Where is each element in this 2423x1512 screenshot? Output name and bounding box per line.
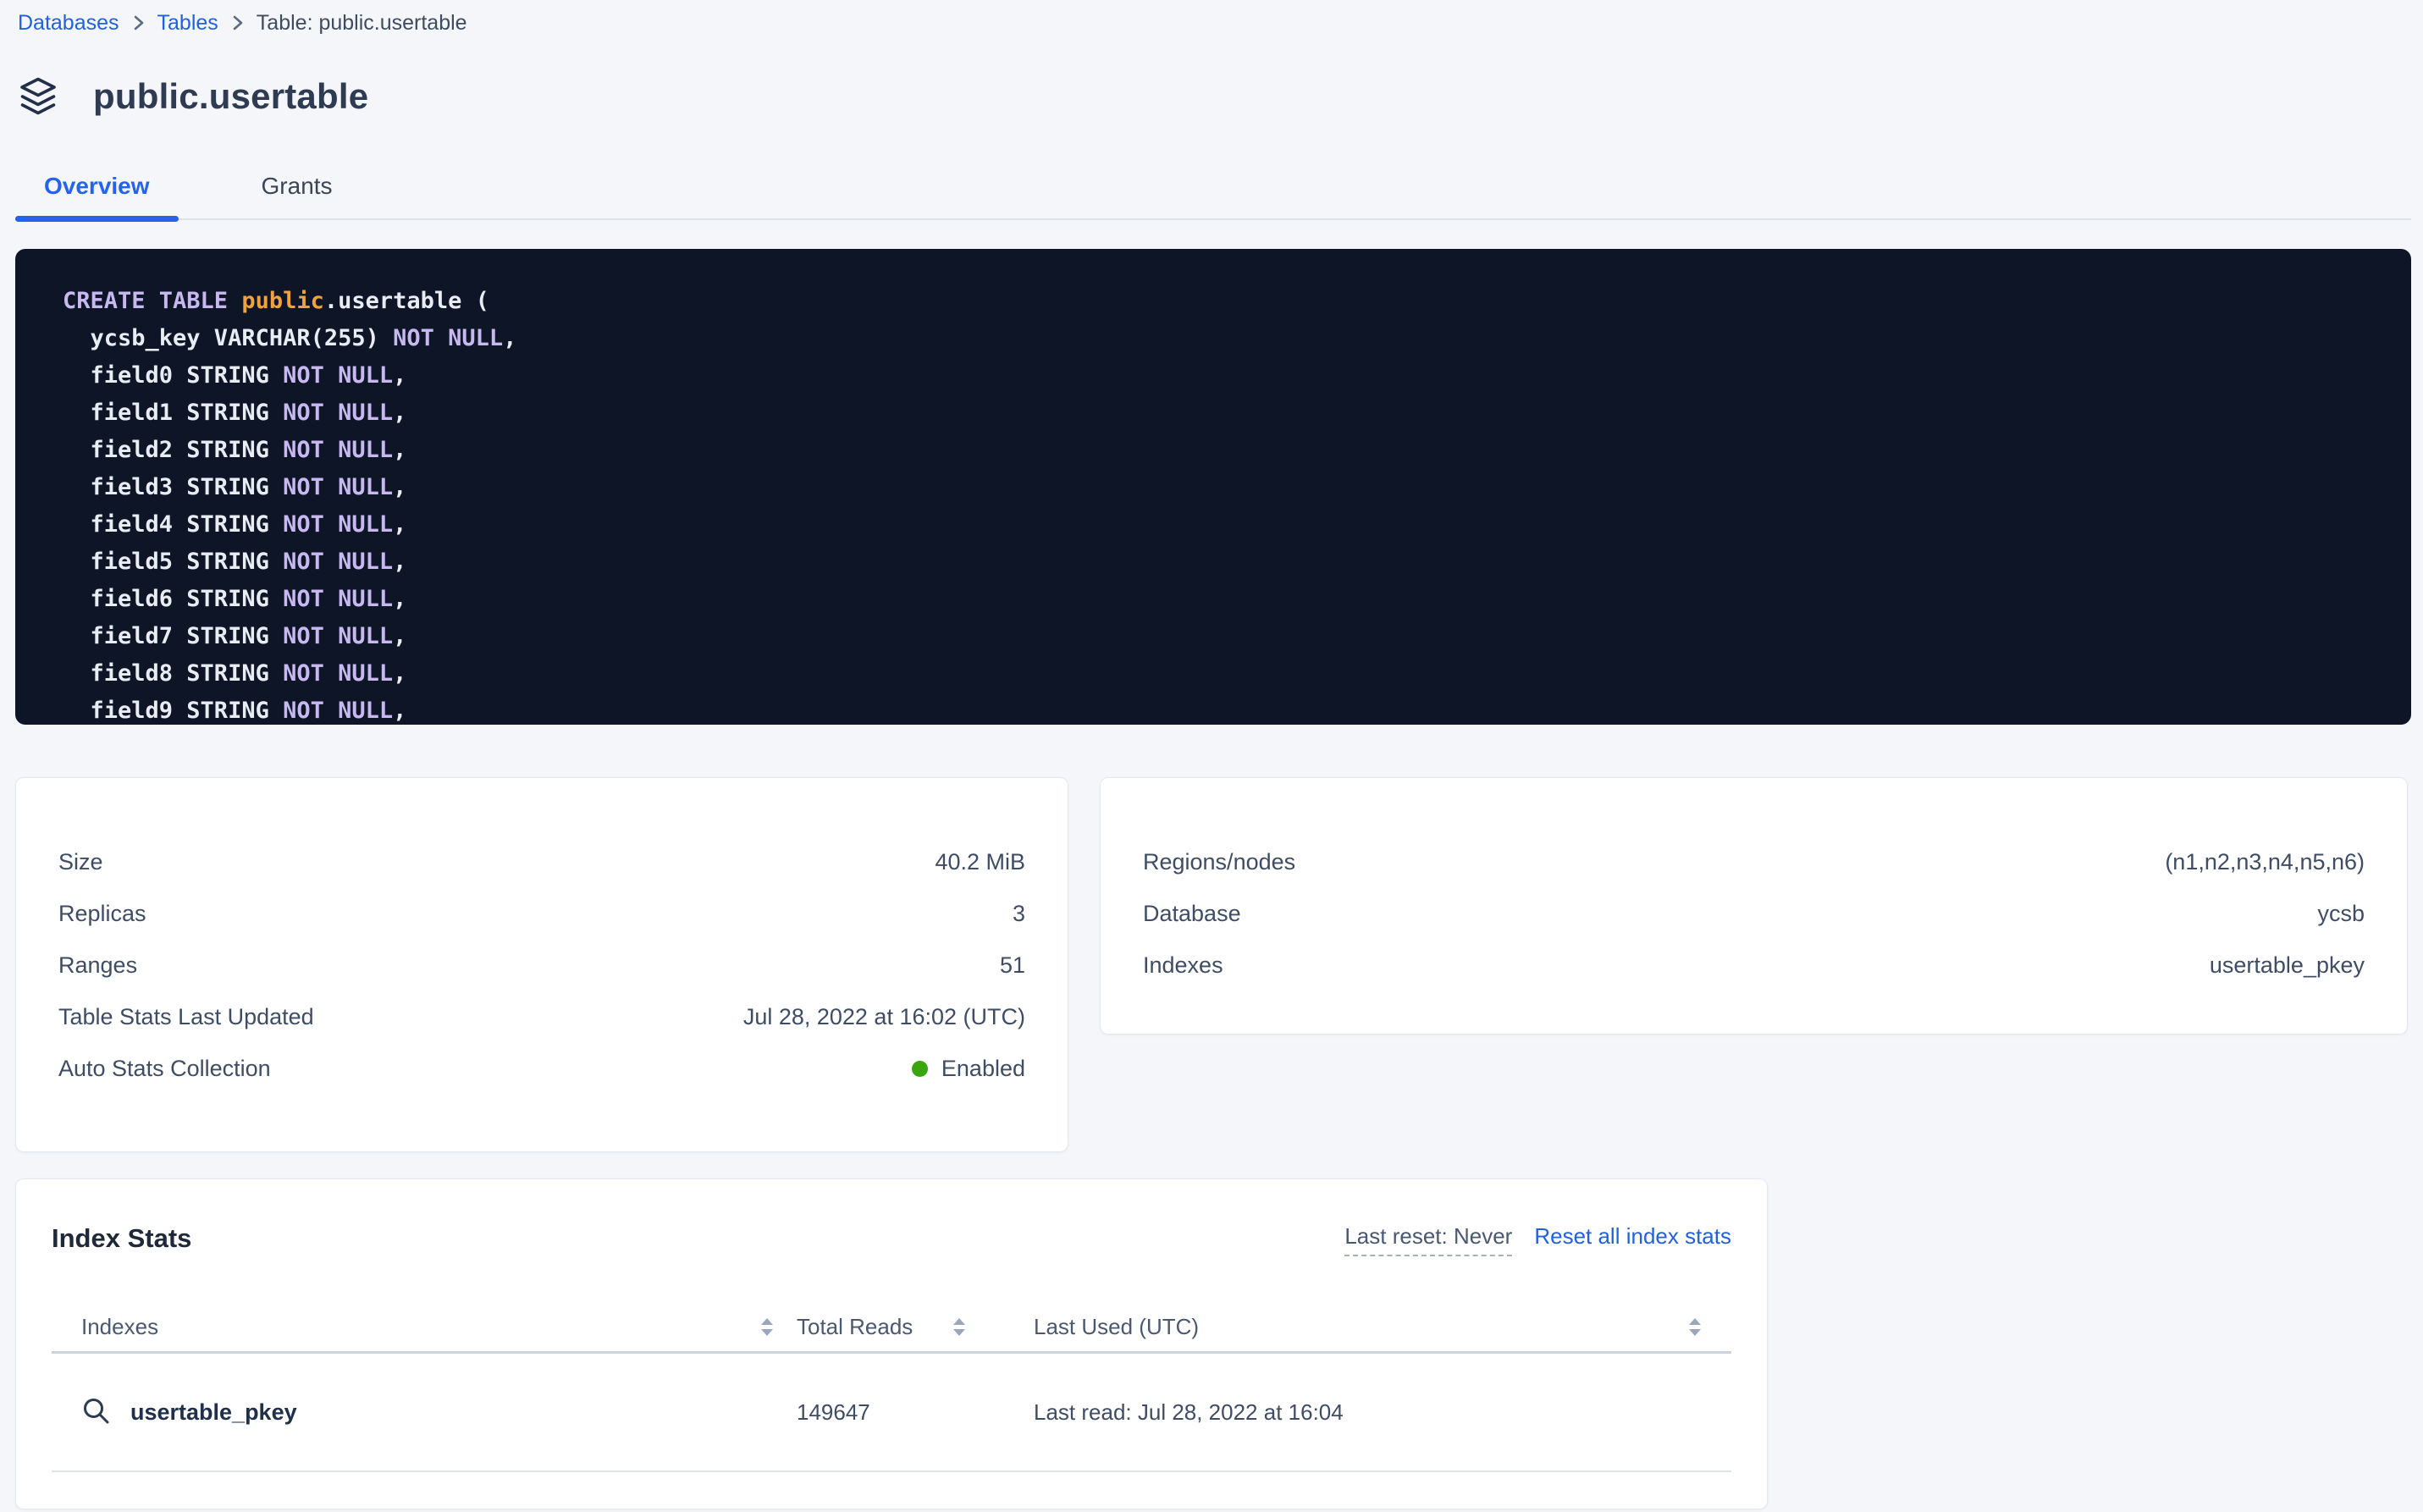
index-name-cell: usertable_pkey <box>52 1397 797 1427</box>
create-table-sql: CREATE TABLE public.usertable ( ycsb_key… <box>15 249 2411 725</box>
search-icon <box>81 1397 112 1427</box>
summary-cards-row: Size 40.2 MiB Replicas 3 Ranges 51 Table… <box>15 777 2411 1152</box>
sort-icon[interactable] <box>1689 1318 1701 1336</box>
tab-overview[interactable]: Overview <box>15 168 179 218</box>
sort-icon[interactable] <box>953 1318 965 1336</box>
sql-line: field9 STRING NOT NULL, <box>63 693 2364 725</box>
chevron-right-icon <box>132 14 145 32</box>
tab-grants[interactable]: Grants <box>233 168 362 218</box>
index-stats-title: Index Stats <box>52 1222 191 1255</box>
table-details-page: Databases Tables Table: public.usertable… <box>0 0 2423 1509</box>
sql-line: ycsb_key VARCHAR(255) NOT NULL, <box>63 320 2364 357</box>
stat-value: 51 <box>1000 952 1025 979</box>
stat-label: Table Stats Last Updated <box>58 1004 314 1030</box>
reset-area: Last reset: Never Reset all index stats <box>1344 1222 1731 1256</box>
table-row: usertable_pkey 149647 Last read: Jul 28,… <box>52 1354 1731 1472</box>
breadcrumb-link-databases[interactable]: Databases <box>18 11 119 36</box>
status-text: Enabled <box>941 1056 1025 1082</box>
sql-line: field6 STRING NOT NULL, <box>63 581 2364 618</box>
total-reads-cell: 149647 <box>797 1399 1034 1426</box>
stat-value: 40.2 MiB <box>935 849 1025 875</box>
table-details-card: Regions/nodes (n1,n2,n3,n4,n5,n6) Databa… <box>1100 777 2408 1035</box>
column-label: Last Used (UTC) <box>1034 1314 1199 1340</box>
detail-label: Indexes <box>1143 952 1223 979</box>
stat-row-size: Size 40.2 MiB <box>58 836 1025 888</box>
breadcrumb-current: Table: public.usertable <box>257 11 467 36</box>
tab-bar: Overview Grants <box>15 168 2411 220</box>
column-header-last-used[interactable]: Last Used (UTC) <box>1034 1314 1731 1340</box>
column-header-indexes[interactable]: Indexes <box>52 1314 797 1340</box>
detail-value: ycsb <box>2317 901 2365 927</box>
sql-line: field1 STRING NOT NULL, <box>63 395 2364 432</box>
chevron-right-icon <box>231 14 244 32</box>
last-reset-label[interactable]: Last reset: Never <box>1344 1222 1512 1256</box>
tab-label: Overview <box>44 173 150 199</box>
sql-line: field4 STRING NOT NULL, <box>63 506 2364 544</box>
layers-stack-icon <box>19 76 58 117</box>
stat-row-ranges: Ranges 51 <box>58 940 1025 991</box>
breadcrumb-link-tables[interactable]: Tables <box>157 11 218 36</box>
sql-line: field8 STRING NOT NULL, <box>63 655 2364 693</box>
index-stats-table: Indexes Total Reads Last Used (UTC) <box>52 1303 1731 1472</box>
stat-value: 3 <box>1013 901 1025 927</box>
column-label: Total Reads <box>797 1314 913 1340</box>
sql-line: field7 STRING NOT NULL, <box>63 618 2364 655</box>
stat-label: Ranges <box>58 952 137 979</box>
detail-value: (n1,n2,n3,n4,n5,n6) <box>2165 849 2365 875</box>
sql-line: CREATE TABLE public.usertable ( <box>63 283 2364 320</box>
detail-label: Regions/nodes <box>1143 849 1295 875</box>
stat-row-stats-updated: Table Stats Last Updated Jul 28, 2022 at… <box>58 991 1025 1043</box>
column-label: Indexes <box>81 1314 158 1340</box>
sql-line: field0 STRING NOT NULL, <box>63 357 2364 395</box>
page-header: public.usertable <box>15 73 2411 120</box>
sort-icon[interactable] <box>761 1318 773 1336</box>
detail-row-database: Database ycsb <box>1143 888 2365 940</box>
status-dot-icon <box>912 1061 928 1077</box>
stat-label: Auto Stats Collection <box>58 1056 271 1082</box>
detail-label: Database <box>1143 901 1241 927</box>
table-stats-card: Size 40.2 MiB Replicas 3 Ranges 51 Table… <box>15 777 1068 1152</box>
sql-line: field3 STRING NOT NULL, <box>63 469 2364 506</box>
stat-value: Enabled <box>912 1056 1025 1082</box>
stat-value: Jul 28, 2022 at 16:02 (UTC) <box>743 1004 1025 1030</box>
stat-label: Replicas <box>58 901 146 927</box>
column-header-total-reads[interactable]: Total Reads <box>797 1314 1034 1340</box>
last-used-cell: Last read: Jul 28, 2022 at 16:04 <box>1034 1399 1731 1426</box>
detail-value: usertable_pkey <box>2210 952 2365 979</box>
sql-line: field2 STRING NOT NULL, <box>63 432 2364 469</box>
detail-row-indexes: Indexes usertable_pkey <box>1143 940 2365 991</box>
table-header-row: Indexes Total Reads Last Used (UTC) <box>52 1303 1731 1354</box>
index-stats-card: Index Stats Last reset: Never Reset all … <box>15 1178 1768 1509</box>
index-name-link[interactable]: usertable_pkey <box>130 1399 297 1426</box>
stat-label: Size <box>58 849 103 875</box>
reset-all-index-stats-link[interactable]: Reset all index stats <box>1534 1222 1731 1250</box>
stat-row-replicas: Replicas 3 <box>58 888 1025 940</box>
page-title: public.usertable <box>93 76 368 117</box>
index-stats-header: Index Stats Last reset: Never Reset all … <box>52 1222 1731 1255</box>
sql-line: field5 STRING NOT NULL, <box>63 544 2364 581</box>
tab-label: Grants <box>262 173 333 199</box>
breadcrumb: Databases Tables Table: public.usertable <box>15 8 2411 37</box>
stat-row-auto-stats: Auto Stats Collection Enabled <box>58 1043 1025 1095</box>
detail-row-regions: Regions/nodes (n1,n2,n3,n4,n5,n6) <box>1143 836 2365 888</box>
